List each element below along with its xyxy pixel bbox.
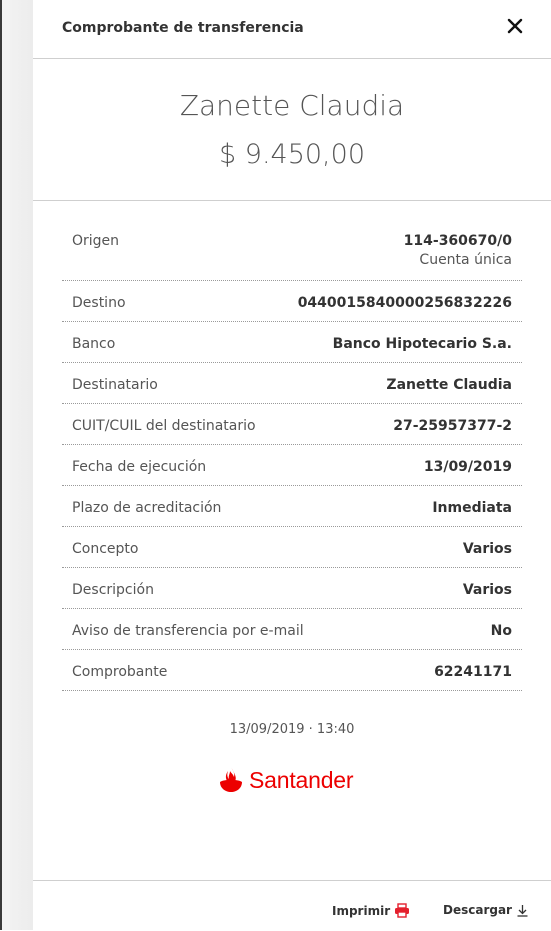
- flame-icon: [220, 767, 242, 792]
- close-icon: [507, 18, 523, 34]
- detail-row: Concepto Varios: [62, 527, 522, 568]
- printer-icon: [394, 903, 410, 918]
- detail-label: CUIT/CUIL del destinatario: [72, 418, 256, 434]
- print-button[interactable]: Imprimir: [332, 903, 410, 918]
- detail-label: Concepto: [72, 541, 139, 557]
- detail-label: Descripción: [72, 582, 154, 598]
- detail-label: Aviso de transferencia por e-mail: [72, 623, 304, 639]
- detail-row: Plazo de acreditación Inmediata: [62, 486, 522, 527]
- detail-label: Destinatario: [72, 377, 158, 393]
- receipt-panel: Comprobante de transferencia Zanette Cla…: [33, 0, 551, 930]
- close-button[interactable]: [505, 16, 525, 36]
- detail-row: Destinatario Zanette Claudia: [62, 363, 522, 404]
- print-label: Imprimir: [332, 903, 391, 918]
- detail-value: No: [490, 623, 512, 639]
- panel-footer: Imprimir Descargar: [33, 880, 551, 931]
- detail-row: Banco Banco Hipotecario S.a.: [62, 322, 522, 363]
- detail-row: Fecha de ejecución 13/09/2019: [62, 445, 522, 486]
- detail-label: Origen: [72, 233, 120, 249]
- detail-value: 0440015840000256832226: [297, 295, 512, 311]
- download-button[interactable]: Descargar: [443, 903, 529, 917]
- account-type: Cuenta única: [419, 252, 512, 268]
- santander-logo: Santander: [218, 764, 354, 796]
- detail-label: Destino: [72, 295, 126, 311]
- detail-value: Zanette Claudia: [386, 377, 512, 393]
- transfer-details: Origen 114-360670/0 Cuenta única Destino…: [62, 219, 522, 691]
- receipt-timestamp: 13/09/2019 · 13:40: [229, 722, 355, 737]
- detail-value: 62241171: [434, 664, 512, 680]
- detail-value: 13/09/2019: [423, 459, 512, 475]
- download-icon: [516, 904, 529, 917]
- detail-row-origen: Origen 114-360670/0 Cuenta única: [62, 219, 522, 281]
- detail-value: Inmediata: [432, 500, 512, 516]
- transfer-amount: $ 9.450,00: [219, 139, 365, 170]
- page-backdrop: [0, 0, 33, 930]
- detail-row: Comprobante 62241171: [62, 650, 522, 691]
- detail-label: Fecha de ejecución: [72, 459, 207, 475]
- detail-value: Banco Hipotecario S.a.: [332, 336, 512, 352]
- panel-title: Comprobante de transferencia: [62, 20, 304, 36]
- detail-row: Destino 0440015840000256832226: [62, 281, 522, 322]
- detail-value: 27-25957377-2: [393, 418, 512, 434]
- detail-value: 114-360670/0: [403, 233, 512, 249]
- download-label: Descargar: [443, 903, 512, 917]
- brand-name: Santander: [249, 766, 354, 793]
- panel-header: Comprobante de transferencia: [33, 0, 551, 59]
- recipient-name: Zanette Claudia: [179, 89, 405, 122]
- detail-label: Comprobante: [72, 664, 168, 680]
- detail-value: Varios: [462, 541, 512, 557]
- detail-label: Plazo de acreditación: [72, 500, 222, 516]
- detail-row: Descripción Varios: [62, 568, 522, 609]
- transfer-summary: Zanette Claudia $ 9.450,00: [33, 59, 551, 201]
- detail-row: Aviso de transferencia por e-mail No: [62, 609, 522, 650]
- detail-label: Banco: [72, 336, 116, 352]
- detail-value: Varios: [462, 582, 512, 598]
- detail-row: CUIT/CUIL del destinatario 27-25957377-2: [62, 404, 522, 445]
